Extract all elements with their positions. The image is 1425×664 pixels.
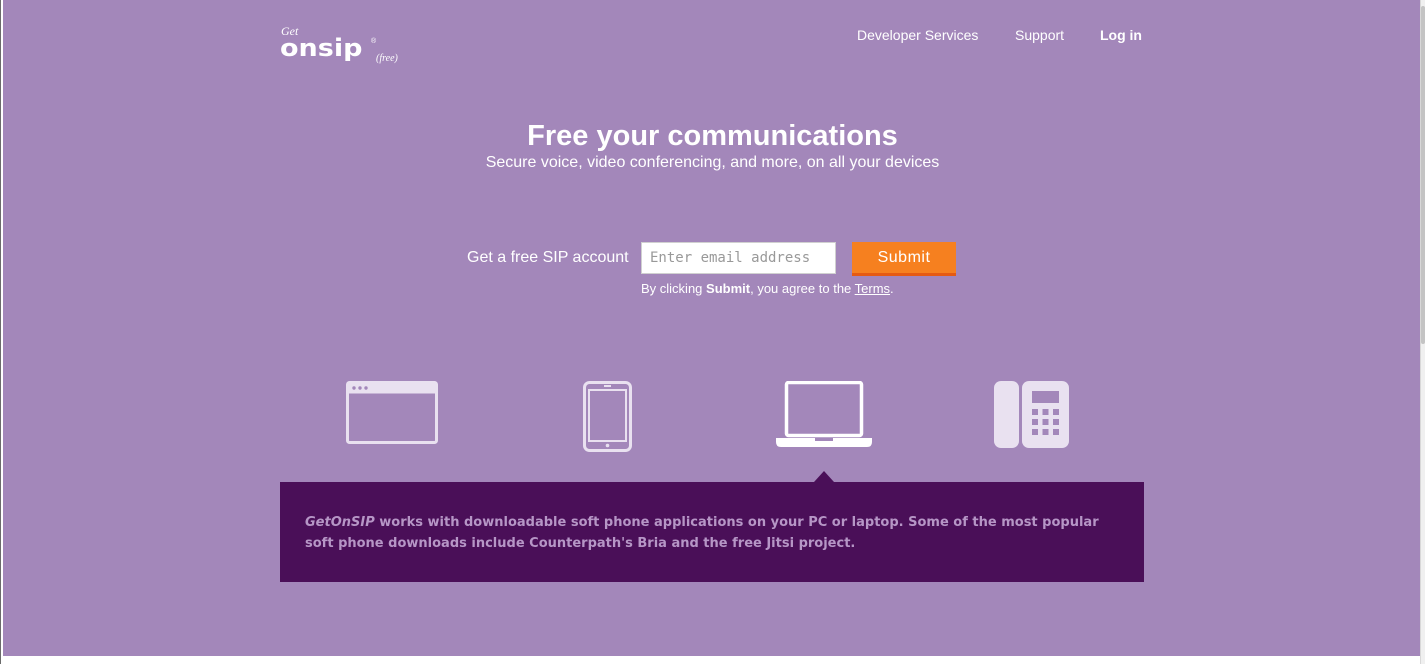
terms-note: By clicking Submit, you agree to the Ter…: [641, 281, 894, 297]
device-desk-phone[interactable]: [994, 381, 1069, 448]
device-browser[interactable]: [346, 381, 438, 444]
hero-subtitle: Secure voice, video conferencing, and mo…: [485, 154, 940, 171]
vertical-scrollbar[interactable]: [1420, 0, 1425, 664]
email-field[interactable]: [641, 242, 836, 274]
desk-phone-icon: [994, 381, 1069, 448]
hero-title: Free your communications: [527, 120, 898, 152]
nav-support-link[interactable]: Support: [1015, 27, 1064, 43]
terms-prefix: By clicking: [641, 281, 707, 296]
selected-device-pointer: [814, 471, 834, 482]
laptop-icon: [776, 381, 872, 447]
terms-bold-submit: Submit: [706, 281, 751, 296]
device-info-text: GetOnSIP works with downloadable soft ph…: [305, 512, 1115, 554]
nav-login-link[interactable]: Log in: [1100, 27, 1142, 43]
scrollbar-thumb[interactable]: [1421, 6, 1425, 344]
terms-link[interactable]: Terms: [855, 281, 890, 296]
logo-registered-mark: ®: [371, 38, 377, 45]
getonsip-logo[interactable]: Get onsip ® (free): [280, 24, 410, 70]
submit-button[interactable]: Submit: [852, 242, 956, 276]
tablet-icon: [583, 381, 632, 452]
device-info-panel: GetOnSIP works with downloadable soft ph…: [280, 482, 1144, 582]
logo-suffix: (free): [376, 53, 398, 64]
terms-middle: , you agree to the: [750, 281, 855, 296]
logo-wordmark: onsip: [280, 34, 363, 63]
device-laptop[interactable]: [775, 381, 873, 448]
info-body: works with downloadable soft phone appli…: [305, 515, 1099, 551]
device-tablet[interactable]: [583, 381, 632, 452]
browser-window-icon: [346, 381, 438, 444]
nav-developer-services-link[interactable]: Developer Services: [857, 27, 978, 43]
terms-suffix: .: [890, 281, 894, 296]
info-brand: GetOnSIP: [305, 515, 375, 530]
signup-label: Get a free SIP account: [467, 249, 629, 266]
